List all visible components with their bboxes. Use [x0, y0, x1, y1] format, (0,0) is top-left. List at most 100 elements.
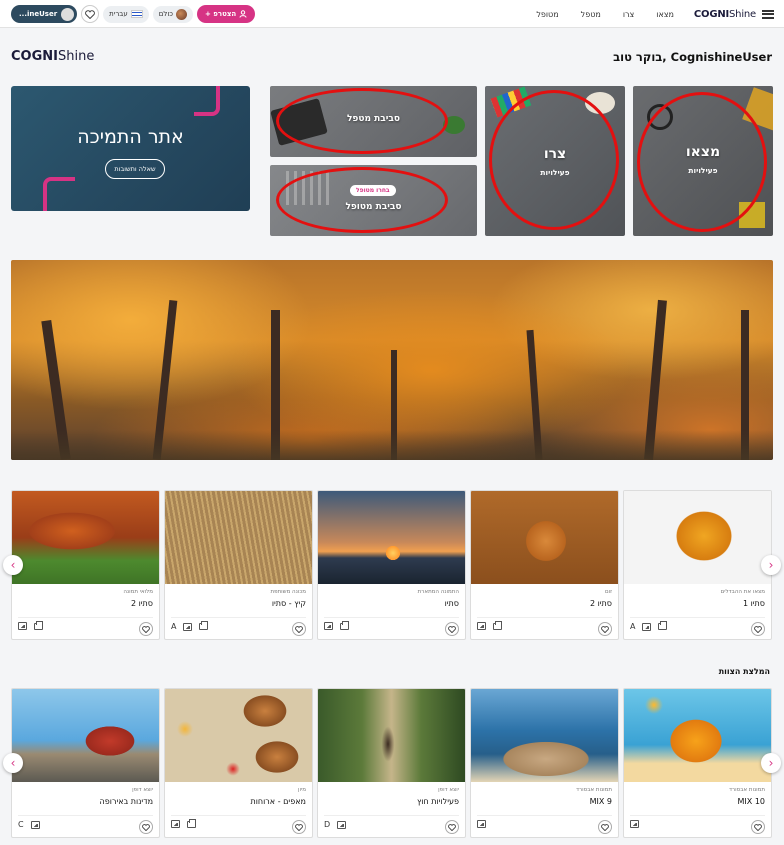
image-icon[interactable]: [642, 622, 652, 631]
activity-card[interactable]: תמונות אבסורד MIX 10: [623, 688, 772, 838]
image-icon[interactable]: [171, 820, 180, 828]
card-tools: A: [171, 621, 209, 631]
nav-find[interactable]: מצאו: [656, 10, 674, 19]
activity-card[interactable]: מצאו את ההבדלים סתיו 1 A: [623, 490, 772, 640]
heart-icon: [85, 9, 96, 19]
forest-floor: [11, 430, 773, 460]
card-category: התמונה המתארת: [417, 589, 459, 595]
heart-icon: [142, 823, 150, 831]
globe-icon: [175, 8, 187, 20]
brand-area: COGNIShine: [694, 0, 774, 28]
main-nav: מצאו צרו מטפל מטופל: [536, 0, 674, 28]
image-icon[interactable]: [477, 622, 486, 630]
print-icon[interactable]: [493, 620, 502, 630]
activity-card[interactable]: תמונות אבסורד MIX 9: [470, 688, 619, 838]
flag-icon: [130, 10, 143, 18]
favorite-button[interactable]: [751, 820, 765, 834]
activity-card[interactable]: מכונה משותפת קיץ - סתיו A: [164, 490, 313, 640]
carousel-next-button[interactable]: ›: [761, 555, 781, 575]
card-tools: [18, 620, 43, 630]
activity-card[interactable]: יוצא דופן מדינות באירופה C: [11, 688, 160, 838]
nav-patient[interactable]: מטופל: [536, 10, 558, 19]
nav-therapist[interactable]: מטפל: [581, 10, 601, 19]
image-icon[interactable]: [477, 820, 486, 828]
image-icon[interactable]: [18, 622, 27, 630]
activity-card[interactable]: זום סתיו 2: [470, 490, 619, 640]
language-selector[interactable]: עברית: [103, 5, 149, 23]
favorite-button[interactable]: [139, 622, 153, 636]
favorites-button[interactable]: [81, 5, 100, 23]
heart-icon: [448, 625, 456, 633]
image-icon[interactable]: [324, 622, 333, 630]
level-letter: A: [630, 622, 636, 631]
activity-card[interactable]: מיון מאפים - ארוחות: [164, 688, 313, 838]
print-icon[interactable]: [34, 620, 43, 630]
chevron-left-icon: ‹: [10, 756, 16, 770]
card-title: סתיו 1: [742, 599, 765, 608]
activity-card[interactable]: יוצא דופן פעילויות חוץ D: [317, 688, 466, 838]
image-icon[interactable]: [630, 820, 639, 828]
favorite-button[interactable]: [292, 622, 306, 636]
carousel-next-button[interactable]: ›: [761, 753, 781, 773]
heart-icon: [601, 625, 609, 633]
card-category: יוצא דופן: [132, 787, 153, 793]
heart-icon: [448, 823, 456, 831]
print-icon[interactable]: [199, 621, 209, 630]
tile-therapist[interactable]: סביבת מטפל: [270, 86, 477, 157]
highlight-ring: [637, 92, 767, 232]
brand-bold: COGNI: [693, 8, 730, 20]
heart-icon: [295, 823, 303, 831]
image-icon[interactable]: [337, 820, 347, 829]
card-tools: [324, 620, 349, 630]
tile-patient[interactable]: בחרו מטופל סביבת מטופל: [270, 165, 477, 236]
highlight-ring: [276, 167, 448, 233]
divider: [630, 617, 765, 618]
page-logo: COGNIShine: [11, 49, 94, 64]
divider: [630, 815, 765, 816]
divider: [171, 815, 306, 816]
card-title: MIX 9: [589, 797, 612, 806]
favorite-button[interactable]: [445, 622, 459, 636]
card-category: מכונה משותפת: [270, 589, 306, 595]
print-icon[interactable]: [658, 621, 668, 630]
user-menu-button[interactable]: ...ineUser: [11, 5, 78, 23]
favorite-button[interactable]: [598, 622, 612, 636]
favorite-button[interactable]: [139, 820, 153, 834]
print-icon[interactable]: [340, 620, 349, 630]
card-tools: C: [18, 820, 40, 829]
nav-create[interactable]: צרו: [623, 10, 634, 19]
image-icon[interactable]: [30, 820, 40, 829]
favorite-button[interactable]: [751, 622, 765, 636]
join-button[interactable]: + הצטרפ: [196, 5, 256, 23]
carousel-prev-button[interactable]: ‹: [3, 555, 23, 575]
favorite-button[interactable]: [445, 820, 459, 834]
favorite-button[interactable]: [292, 820, 306, 834]
divider: [477, 815, 612, 816]
top-bar: COGNIShine מצאו צרו מטפל מטופל ...ineUse…: [0, 0, 784, 28]
image-icon[interactable]: [183, 622, 193, 631]
support-title: אתר התמיכה: [77, 126, 184, 148]
card-title: מדינות באירופה: [99, 797, 153, 806]
brand-logo[interactable]: COGNIShine: [694, 9, 756, 20]
heart-icon: [295, 625, 303, 633]
decor-bracket: [43, 177, 75, 211]
heart-icon: [754, 625, 762, 633]
tile-create[interactable]: צרו פעילויות: [485, 86, 625, 236]
card-image: [165, 689, 312, 782]
menu-icon[interactable]: [762, 9, 774, 19]
world-selector[interactable]: כולם: [152, 5, 193, 23]
activity-card[interactable]: התמונה המתארת סתיו: [317, 490, 466, 640]
logo-bold: COGNI: [11, 49, 58, 64]
autumn-banner: [11, 260, 773, 460]
print-icon[interactable]: [187, 818, 196, 828]
favorite-button[interactable]: [598, 820, 612, 834]
qa-button[interactable]: שאלה ותשובות: [105, 159, 165, 179]
card-title: מאפים - ארוחות: [250, 797, 306, 806]
support-card[interactable]: אתר התמיכה שאלה ותשובות: [11, 86, 250, 211]
card-category: תמונות אבסורד: [729, 787, 765, 793]
card-title: סתיו: [444, 599, 459, 608]
tile-find[interactable]: מצאו פעילויות: [633, 86, 773, 236]
carousel-prev-button[interactable]: ‹: [3, 753, 23, 773]
decor-bracket: [194, 86, 220, 116]
activity-card[interactable]: מלואי תמונה סתיו 2: [11, 490, 160, 640]
